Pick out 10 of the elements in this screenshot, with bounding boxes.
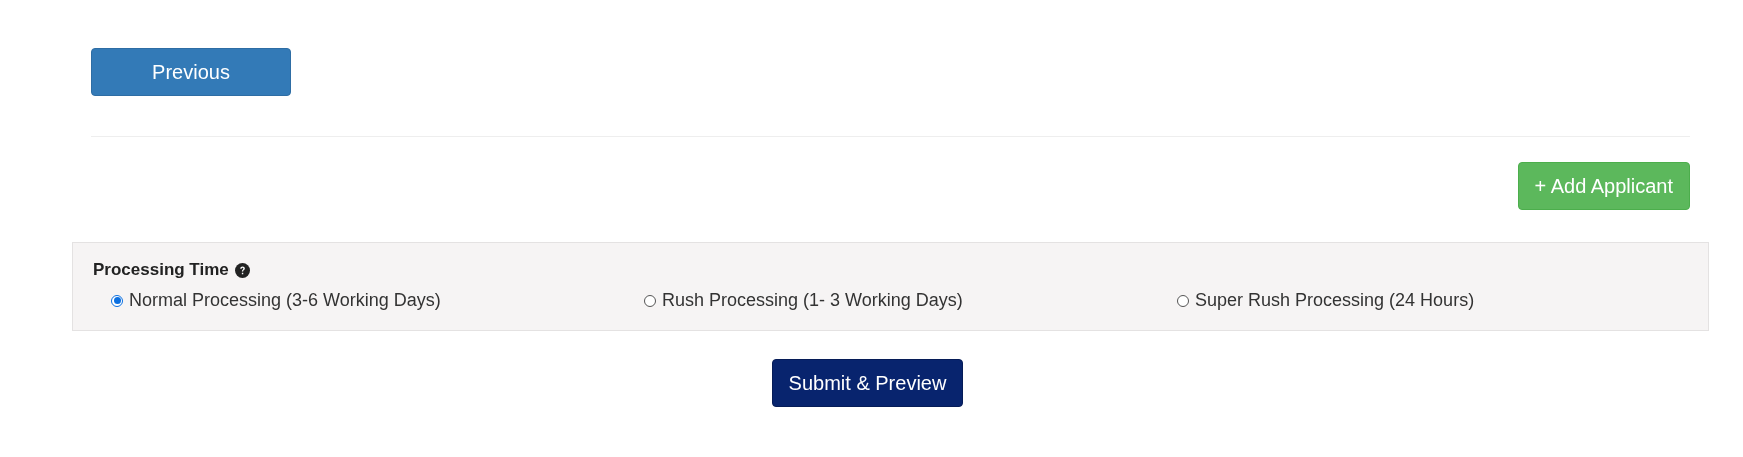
radio-button[interactable] <box>111 294 123 307</box>
processing-option[interactable]: Super Rush Processing (24 Hours) <box>1177 290 1688 311</box>
processing-option[interactable]: Rush Processing (1- 3 Working Days) <box>644 290 1177 311</box>
help-icon[interactable] <box>234 262 250 278</box>
submit-preview-button[interactable]: Submit & Preview <box>771 359 964 407</box>
processing-time-label: Processing Time <box>93 260 229 280</box>
previous-button[interactable]: Previous <box>91 48 291 96</box>
processing-option[interactable]: Normal Processing (3-6 Working Days) <box>111 290 644 311</box>
radio-button[interactable] <box>644 294 656 307</box>
radio-button[interactable] <box>1177 294 1189 307</box>
